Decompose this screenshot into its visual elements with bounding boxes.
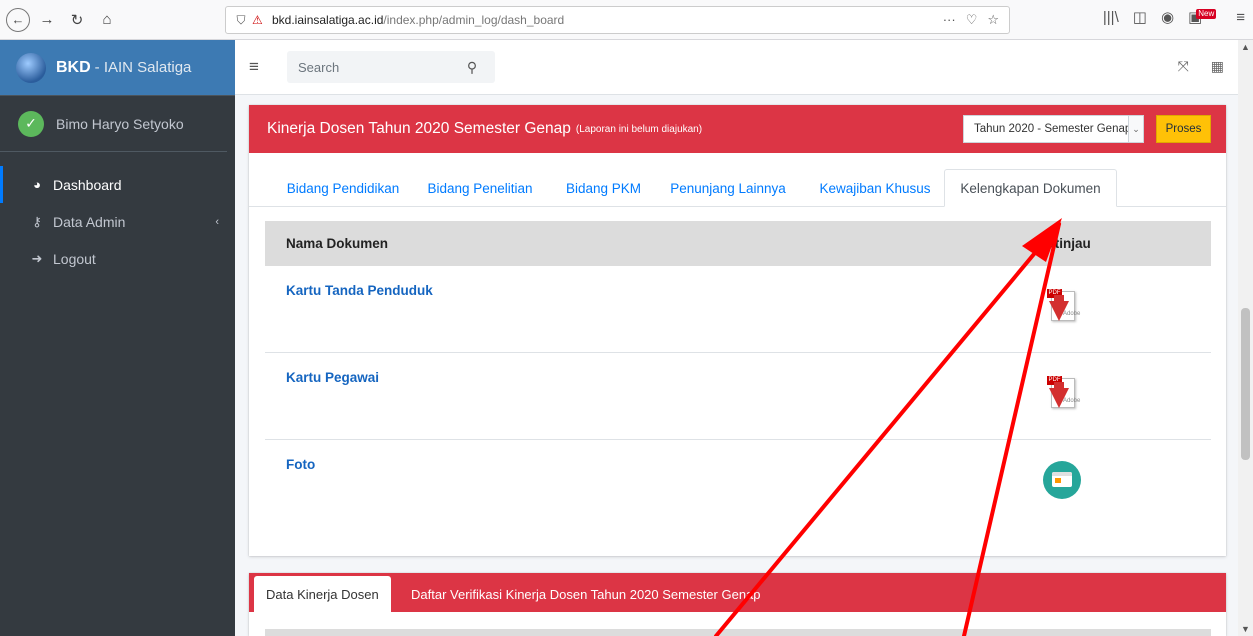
menu-icon[interactable]: ≡ <box>1236 9 1245 26</box>
search-form: ⚲ <box>287 51 495 83</box>
scroll-up-icon[interactable]: ▲ <box>1238 42 1253 52</box>
tab-penunjang-lainnya[interactable]: Penunjang Lainnya <box>655 169 801 207</box>
sidebar-toggle-icon[interactable]: ◫ <box>1133 8 1147 26</box>
data-kinerja-card: Data Kinerja Dosen Daftar Verifikasi Kin… <box>249 573 1226 636</box>
bookmark-star-icon[interactable]: ☆ <box>987 12 999 28</box>
address-bar[interactable]: ⛉ ⚠ bkd.iainsalatiga.ac.id/index.php/adm… <box>225 6 1010 34</box>
reload-icon[interactable]: ↻ <box>66 9 88 31</box>
page-actions-icon[interactable]: ··· <box>943 12 956 28</box>
card-header: Kinerja Dosen Tahun 2020 Semester Genap … <box>249 105 1226 153</box>
back-icon[interactable]: ← <box>6 7 30 32</box>
shield-icon[interactable]: ⛉ <box>232 13 250 28</box>
sidebar-item-dashboard[interactable]: ◕ Dashboard <box>0 166 235 203</box>
image-card-icon[interactable] <box>1043 461 1081 499</box>
pdf-icon[interactable]: PDF Adobe <box>1043 374 1083 414</box>
url-text[interactable]: bkd.iainsalatiga.ac.id/index.php/admin_l… <box>272 13 564 27</box>
page-scrollbar[interactable]: ▲ ▼ <box>1238 40 1253 636</box>
user-panel[interactable]: ✓ Bimo Haryo Setyoko <box>0 96 227 152</box>
sidebar-item-label: Logout <box>53 250 96 267</box>
account-icon[interactable]: ◉ <box>1161 8 1174 26</box>
document-link-ktp[interactable]: Kartu Tanda Penduduk <box>286 283 433 298</box>
tab-kelengkapan-dokumen[interactable]: Kelengkapan Dokumen <box>944 169 1117 207</box>
whats-new-icon[interactable]: ▣New <box>1188 8 1222 26</box>
sign-out-icon: ➜ <box>31 250 43 266</box>
home-icon[interactable]: ⌂ <box>96 9 118 31</box>
column-header-nama-dokumen: Nama Dokumen <box>286 236 389 251</box>
table-header: Nama Dokumen Pratinjau <box>265 221 1211 266</box>
check-circle-icon: ✓ <box>18 110 44 137</box>
document-table: Nama Dokumen Pratinjau Kartu Tanda Pendu… <box>265 221 1211 527</box>
search-input[interactable] <box>287 59 457 75</box>
top-navbar: ≡ ⚲ ⤧ ▦ <box>235 40 1238 95</box>
tachometer-icon: ◕ <box>33 177 41 192</box>
table-row: Kartu Pegawai PDF Adobe <box>265 353 1211 440</box>
card2-header: Data Kinerja Dosen Daftar Verifikasi Kin… <box>249 573 1226 612</box>
pdf-icon[interactable]: PDF Adobe <box>1043 287 1083 327</box>
new-badge: New <box>1196 9 1217 19</box>
chevron-left-icon: ‹ <box>215 215 219 228</box>
table-row: Kartu Tanda Penduduk PDF Adobe <box>265 266 1211 353</box>
chevron-down-icon[interactable]: ⌄ <box>1128 116 1143 142</box>
library-icon[interactable]: |||\ <box>1103 9 1119 26</box>
table-row: Foto <box>265 440 1211 527</box>
forward-icon[interactable]: → <box>36 9 58 31</box>
tab-bidang-pendidikan[interactable]: Bidang Pendidikan <box>265 169 421 207</box>
brand-link[interactable]: BKD - IAIN Salatiga <box>0 40 235 96</box>
report-status-note: (Laporan ini belum diajukan) <box>575 123 703 135</box>
browser-toolbar: ← → ↻ ⌂ ⛉ ⚠ bkd.iainsalatiga.ac.id/index… <box>0 0 1253 40</box>
logo <box>16 52 46 83</box>
search-icon[interactable]: ⚲ <box>457 59 487 76</box>
tab-kewajiban-khusus[interactable]: Kewajiban Khusus <box>806 169 944 207</box>
kinerja-card: Kinerja Dosen Tahun 2020 Semester Genap … <box>249 105 1226 556</box>
tab-bidang-pkm[interactable]: Bidang PKM <box>550 169 657 207</box>
sidebar-item-logout[interactable]: ➜ Logout <box>0 240 235 277</box>
pocket-icon[interactable]: ♡ <box>966 12 978 28</box>
scroll-down-icon[interactable]: ▼ <box>1238 624 1253 634</box>
document-tabs: Bidang Pendidikan Bidang Penelitian Bida… <box>249 169 1226 207</box>
table-header-strip <box>265 629 1211 636</box>
key-icon: ⚷ <box>32 213 42 229</box>
document-link-foto[interactable]: Foto <box>286 457 315 472</box>
semester-select[interactable]: Tahun 2020 - Semester Genap ⌄ <box>963 115 1144 143</box>
insecure-lock-icon[interactable]: ⚠ <box>252 13 268 27</box>
tab-bidang-penelitian[interactable]: Bidang Penelitian <box>419 169 541 207</box>
sidebar-item-data-admin[interactable]: ⚷ Data Admin ‹ <box>0 203 235 240</box>
brand-subtitle: - IAIN Salatiga <box>94 59 192 76</box>
user-name: Bimo Haryo Setyoko <box>56 115 184 132</box>
sidebar-item-label: Dashboard <box>53 176 122 193</box>
hamburger-icon[interactable]: ≡ <box>249 57 269 77</box>
semester-select-value: Tahun 2020 - Semester Genap <box>974 123 1132 135</box>
sidebar: BKD - IAIN Salatiga ✓ Bimo Haryo Setyoko… <box>0 40 235 636</box>
card-title: Kinerja Dosen Tahun 2020 Semester Genap <box>267 120 571 137</box>
document-link-kartu-pegawai[interactable]: Kartu Pegawai <box>286 370 379 385</box>
scroll-thumb[interactable] <box>1241 308 1250 460</box>
tab-data-kinerja-dosen[interactable]: Data Kinerja Dosen <box>254 576 391 612</box>
brand-name: BKD <box>56 58 91 76</box>
sidebar-nav: ◕ Dashboard ⚷ Data Admin ‹ ➜ Logout <box>0 152 235 277</box>
column-header-pratinjau: Pratinjau <box>1033 236 1091 251</box>
fullscreen-icon[interactable]: ⤧ <box>1178 58 1189 75</box>
tab-daftar-verifikasi[interactable]: Daftar Verifikasi Kinerja Dosen Tahun 20… <box>399 576 773 612</box>
sidebar-item-label: Data Admin <box>53 213 126 230</box>
proses-button[interactable]: Proses <box>1156 115 1211 143</box>
grid-icon[interactable]: ▦ <box>1211 58 1224 75</box>
